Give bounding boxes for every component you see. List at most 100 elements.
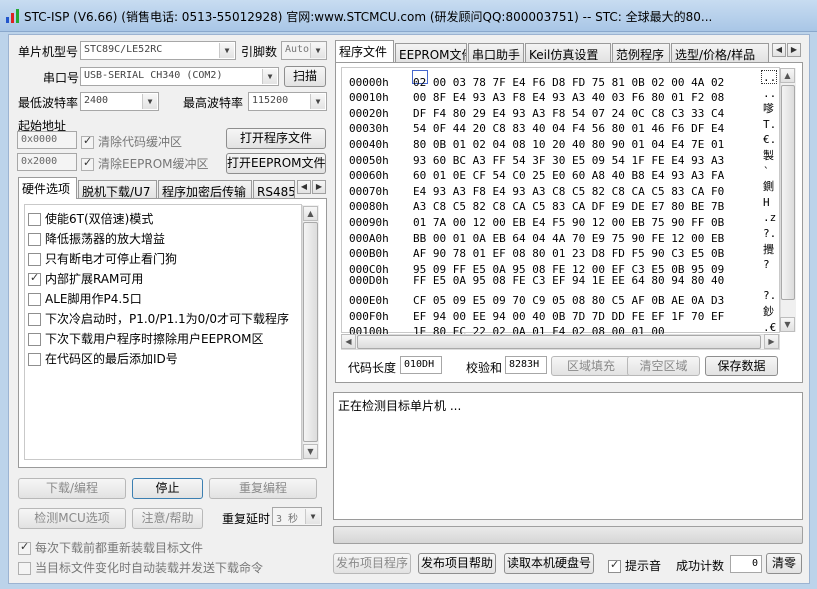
chevron-down-icon: ▼	[305, 509, 320, 524]
tab-scroll-left-icon[interactable]: ◀	[297, 180, 311, 194]
option-cold-start-p1[interactable]: 下次冷启动时，P1.0/P1.1为0/0才可下载程序	[28, 310, 289, 328]
tab-program-file[interactable]: 程序文件	[335, 40, 394, 62]
hex-ascii: .z	[763, 211, 777, 225]
code-length-label: 代码长度	[348, 361, 397, 375]
publish-project-help-button[interactable]: 发布项目帮助	[418, 553, 496, 574]
clear-eeprom-buffer-label: 清除EEPROM缓冲区	[98, 157, 209, 171]
tab-selection-price[interactable]: 选型/价格/样品	[671, 43, 769, 62]
max-baud-value: 115200	[252, 95, 289, 106]
checkbox-icon	[28, 213, 41, 226]
window-title: STC-ISP (V6.66) (销售电话: 0513-55012928) 官网…	[24, 10, 713, 24]
scroll-up-icon[interactable]: ▲	[303, 206, 318, 221]
option-ale-pin[interactable]: ALE脚用作P4.5口	[28, 290, 142, 308]
tab-offline-download[interactable]: 脱机下载/U7	[78, 180, 157, 199]
option-label: ALE脚用作P4.5口	[45, 292, 142, 306]
eeprom-start-address-field[interactable]: 0x2000	[17, 153, 77, 171]
open-program-file-button[interactable]: 打开程序文件	[226, 128, 326, 149]
reload-before-download-checkbox[interactable]: 每次下载前都重新装载目标文件	[18, 539, 203, 556]
open-eeprom-file-button[interactable]: 打开EEPROM文件	[226, 153, 326, 174]
option-label: 下次下载用户程序时擦除用户EEPROM区	[45, 332, 264, 346]
hex-row: 000D0h FF E5 0A 95 08 FE C3 EF 94 1E EE 6…	[349, 273, 777, 289]
hex-ascii: ?.	[763, 227, 777, 240]
tab-serial-assistant[interactable]: 串口助手	[468, 43, 524, 62]
scroll-down-icon[interactable]: ▼	[780, 317, 795, 332]
tab-example-programs[interactable]: 范例程序	[612, 43, 670, 62]
hex-hscroll-thumb[interactable]	[357, 335, 761, 349]
code-start-address-field[interactable]: 0x0000	[17, 131, 77, 149]
scan-button[interactable]: 扫描	[284, 66, 326, 87]
option-6t-mode[interactable]: 使能6T(双倍速)模式	[28, 210, 153, 228]
chevron-down-icon: ▼	[262, 69, 277, 84]
download-program-button[interactable]: 下载/编程	[18, 478, 126, 499]
clear-code-buffer-label: 清除代码缓冲区	[98, 135, 183, 149]
tab-scroll-left-icon[interactable]: ◀	[772, 43, 786, 57]
stop-button[interactable]: 停止	[132, 478, 203, 499]
option-watchdog[interactable]: 只有断电才可停止看门狗	[28, 250, 177, 268]
clear-code-buffer-checkbox[interactable]: 清除代码缓冲区	[81, 133, 182, 150]
min-baud-select[interactable]: 2400 ▼	[80, 92, 159, 111]
tab-scroll-right-icon[interactable]: ▶	[787, 43, 801, 57]
fill-area-button[interactable]: 区域填充	[551, 356, 631, 376]
tab-keil-simulation[interactable]: Keil仿真设置	[525, 43, 611, 62]
hex-ascii: 嗲	[763, 102, 774, 116]
sound-prompt-checkbox[interactable]: 提示音	[608, 557, 661, 574]
option-label: 下次冷启动时，P1.0/P1.1为0/0才可下载程序	[45, 312, 289, 326]
hex-ascii: 攪	[763, 242, 774, 256]
min-baud-label: 最低波特率	[18, 96, 79, 110]
tab-rs485[interactable]: RS485扌	[253, 180, 295, 199]
clear-eeprom-buffer-checkbox[interactable]: 清除EEPROM缓冲区	[81, 155, 209, 172]
tab-eeprom-file[interactable]: EEPROM文件	[395, 43, 467, 62]
progress-bar	[333, 526, 803, 544]
hex-bytes: FF E5 0A 95 08 FE C3 EF 94 1E EE 64 80 9…	[413, 273, 725, 287]
hex-ascii: 鍘	[763, 180, 774, 194]
scroll-right-icon[interactable]: ▶	[764, 334, 779, 349]
option-internal-xram[interactable]: 内部扩展RAM可用	[28, 270, 143, 288]
hex-vscroll-thumb[interactable]	[781, 85, 795, 300]
notes-help-button[interactable]: 注意/帮助	[132, 508, 203, 529]
checkbox-icon	[28, 293, 41, 306]
option-add-id[interactable]: 在代码区的最后添加ID号	[28, 350, 178, 368]
scroll-left-icon[interactable]: ◀	[341, 334, 356, 349]
hex-ascii: .€	[763, 320, 777, 334]
checkbox-icon	[28, 353, 41, 366]
tab-encrypted-transfer[interactable]: 程序加密后传输	[158, 180, 252, 199]
checksum-label: 校验和	[466, 361, 503, 375]
retry-delay-select[interactable]: 3 秒 ▼	[272, 507, 322, 526]
clear-count-button[interactable]: 清零	[766, 553, 802, 574]
option-reduce-gain[interactable]: 降低振荡器的放大增益	[28, 230, 165, 248]
read-hdd-serial-button[interactable]: 读取本机硬盘号	[504, 553, 594, 574]
option-erase-eeprom[interactable]: 下次下载用户程序时擦除用户EEPROM区	[28, 330, 264, 348]
tab-hardware-options[interactable]: 硬件选项	[18, 177, 77, 199]
checkbox-checked-icon	[608, 558, 621, 573]
retry-delay-value: 3 秒	[276, 514, 299, 525]
publish-project-button[interactable]: 发布项目程序	[333, 553, 411, 574]
tab-scroll-right-icon[interactable]: ▶	[312, 180, 326, 194]
mcu-model-label: 单片机型号	[18, 45, 79, 59]
hex-ascii: H	[763, 195, 770, 209]
scroll-up-icon[interactable]: ▲	[780, 68, 795, 83]
options-scroll-thumb[interactable]	[303, 222, 318, 442]
auto-load-checkbox[interactable]: 当目标文件变化时自动装载并发送下载命令	[18, 559, 263, 576]
checkbox-icon	[81, 156, 94, 171]
checkbox-icon	[28, 233, 41, 246]
save-data-button[interactable]: 保存数据	[705, 356, 778, 376]
checkbox-icon	[81, 134, 94, 149]
stc-app-icon	[6, 9, 19, 23]
detect-mcu-options-button[interactable]: 检测MCU选项	[18, 508, 126, 529]
pin-count-select[interactable]: Auto ▼	[281, 41, 327, 60]
port-label: 串口号	[43, 71, 80, 85]
port-select[interactable]: USB-SERIAL CH340 (COM2) ▼	[80, 67, 279, 86]
checkbox-checked-icon	[28, 271, 41, 286]
max-baud-select[interactable]: 115200 ▼	[248, 92, 327, 111]
repeat-program-button[interactable]: 重复编程	[209, 478, 317, 499]
option-label: 使能6T(双倍速)模式	[45, 212, 154, 226]
mcu-model-select[interactable]: STC89C/LE52RC ▼	[80, 41, 236, 60]
chevron-down-icon: ▼	[142, 94, 157, 109]
scroll-down-icon[interactable]: ▼	[303, 444, 318, 459]
pin-count-label: 引脚数	[241, 45, 278, 59]
clear-area-button[interactable]: 清空区域	[627, 356, 700, 376]
option-label: 内部扩展RAM可用	[45, 272, 144, 286]
max-baud-label: 最高波特率	[183, 96, 244, 110]
code-length-value: 010DH	[400, 356, 442, 374]
hex-ascii: `	[763, 164, 770, 178]
